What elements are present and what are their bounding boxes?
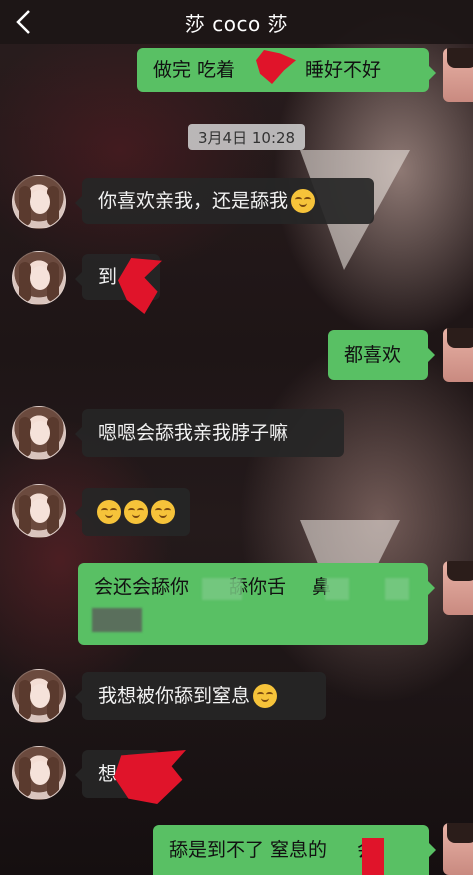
sad-emoji-icon (151, 500, 175, 524)
contact-avatar[interactable] (12, 484, 66, 538)
message-text: 嗯嗯会舔我亲我脖子嘛 (98, 422, 289, 444)
message-bubble-incoming[interactable] (75, 488, 190, 536)
message-text: 做完 吃着 (153, 59, 236, 81)
message-text: 睡好不好 (305, 59, 382, 81)
my-avatar[interactable] (443, 48, 473, 102)
redaction-blur (202, 578, 242, 600)
chat-title: 莎 coco 莎 (184, 11, 289, 36)
message-bubble-outgoing[interactable]: 舔是到不了 窒息的 会 (153, 825, 436, 875)
message-bubble-incoming[interactable]: 嗯嗯会舔我亲我脖子嘛 (75, 409, 344, 457)
message-text: 想 (98, 763, 118, 785)
message-bubble-outgoing[interactable]: 会还会舔你 舔你舌 鼻 (78, 563, 435, 645)
chat-header: 莎 coco 莎 (0, 0, 473, 44)
message-text: 到 (98, 266, 118, 288)
message-text: 会还会舔你 (94, 576, 190, 598)
contact-avatar[interactable] (12, 175, 66, 229)
message-text: 我想被你舔到窒息 (98, 685, 251, 707)
back-button[interactable] (8, 6, 40, 38)
chevron-left-icon (16, 10, 30, 34)
message-text: 都喜欢 (344, 344, 402, 366)
contact-avatar[interactable] (12, 251, 66, 305)
sad-emoji-icon (291, 189, 316, 213)
sad-emoji-icon (253, 684, 278, 708)
redaction-mark (362, 838, 384, 875)
timestamp-divider: 3月4日 10:28 (188, 124, 306, 150)
message-bubble-outgoing[interactable]: 都喜欢 (328, 330, 435, 380)
redaction-blur (325, 578, 349, 600)
sad-emoji-icon (124, 500, 148, 524)
sad-emoji-icon (97, 500, 121, 524)
contact-avatar[interactable] (12, 669, 66, 723)
my-avatar[interactable] (443, 561, 473, 615)
message-text: 舔是到不了 窒息的 (169, 839, 328, 861)
message-bubble-incoming[interactable]: 我想被你舔到窒息 (75, 672, 326, 720)
my-avatar[interactable] (443, 328, 473, 382)
contact-avatar[interactable] (12, 406, 66, 460)
contact-avatar[interactable] (12, 746, 66, 800)
message-bubble-incoming[interactable]: 你喜欢亲我，还是舔我 (75, 178, 374, 224)
redaction-blur (92, 608, 142, 632)
message-text: 你喜欢亲我，还是舔我 (98, 190, 289, 212)
redaction-blur (385, 578, 409, 600)
my-avatar[interactable] (443, 823, 473, 875)
